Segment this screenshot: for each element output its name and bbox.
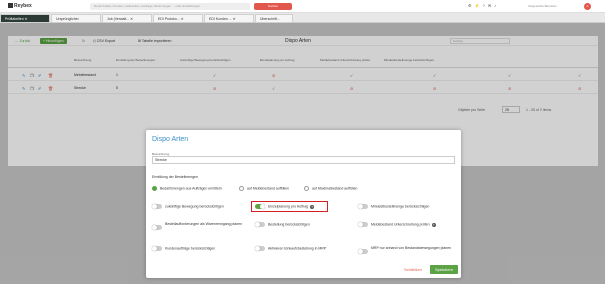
toggle-switch[interactable] bbox=[152, 225, 162, 230]
tab-2[interactable]: Job (Verwalt... ✕ bbox=[102, 14, 152, 23]
toggle-switch[interactable] bbox=[152, 246, 162, 251]
search-button[interactable]: Suchen bbox=[254, 3, 292, 10]
toggle-einkaufsbestellung[interactable]: Aktivieren Einkaufsbestellung in MRP bbox=[255, 246, 326, 251]
flash-icon[interactable]: ⚡ bbox=[475, 3, 483, 8]
radio-icon bbox=[304, 186, 309, 191]
radio-icon bbox=[239, 186, 244, 191]
tab-bar: Prüftabellen ✕ Ursprünglicher Job (Verwa… bbox=[0, 13, 605, 23]
section-heading: Ermittlung der Bestellmengen bbox=[152, 175, 198, 179]
global-search-input[interactable]: Durch Artikel, Kunden, Lieferanten, Auft… bbox=[90, 3, 250, 10]
toggle-zukunft[interactable]: zukünftige Bewegung berücksichtigen bbox=[152, 204, 224, 209]
save-button[interactable]: Speichern bbox=[430, 265, 458, 274]
settings-icon[interactable]: ⚙ bbox=[468, 3, 475, 8]
toggle-warenrenngang[interactable]: Bestellaufforderungen als Warenrenngang … bbox=[152, 222, 247, 230]
toggle-switch[interactable] bbox=[255, 246, 265, 251]
toggle-meldebestand[interactable]: Meldebestand Unterschreitung prüfen? bbox=[358, 222, 436, 227]
help-icon[interactable]: ? bbox=[431, 222, 436, 227]
tab-4[interactable]: EDI Kunden ... ✕ bbox=[204, 14, 254, 23]
user-label[interactable]: Vorgesetzte Benutzer bbox=[528, 4, 557, 8]
app-logo[interactable]: Reybex bbox=[8, 3, 32, 9]
top-icons[interactable]: ⚙⚡?✉♪ bbox=[468, 3, 499, 8]
tab-prueftabellen[interactable]: Prüftabellen ✕ bbox=[0, 14, 50, 23]
avatar[interactable]: A bbox=[584, 3, 591, 10]
bell-icon[interactable]: ♪ bbox=[494, 3, 499, 8]
radio-meldebestand[interactable]: auf Meldebestand auffüllen bbox=[239, 186, 289, 191]
toggle-bestellung[interactable]: Bestellung berücksichtigen bbox=[255, 222, 310, 227]
highlight-box bbox=[251, 201, 328, 212]
logo-icon bbox=[8, 3, 13, 9]
toggle-switch[interactable] bbox=[152, 204, 162, 209]
tab-5[interactable]: Überschrift... bbox=[255, 14, 293, 23]
close-button[interactable]: Schließen bbox=[404, 267, 422, 272]
toggle-mrp[interactable]: MRP nur anhand von Bestandsbewegungen pl… bbox=[358, 246, 458, 254]
radio-maximalbestand[interactable]: auf Maximalbestand auffüllen bbox=[304, 186, 357, 191]
bezeichnung-field[interactable]: Strecke bbox=[152, 156, 455, 164]
toggle-switch[interactable] bbox=[358, 249, 368, 254]
toggle-kundenauftraege[interactable]: Kundenaufträge berücksichtigen bbox=[152, 246, 215, 251]
tab-3[interactable]: EDI Protoko... ✕ bbox=[153, 14, 203, 23]
radio-bedarfsmengen[interactable]: Bedarfsmengen aus Aufträgen ermitteln bbox=[152, 186, 222, 191]
top-bar: Reybex Durch Artikel, Kunden, Lieferante… bbox=[0, 0, 605, 13]
toggle-switch[interactable] bbox=[358, 222, 368, 227]
radio-icon bbox=[152, 186, 157, 191]
toggle-mindest[interactable]: Mindestbestellmenge berücksichtigen bbox=[358, 204, 429, 209]
dispo-modal: Dispo Arten Bezeichnung Strecke Ermittlu… bbox=[146, 130, 461, 278]
tab-1[interactable]: Ursprünglicher bbox=[51, 14, 101, 23]
toggle-switch[interactable] bbox=[358, 204, 368, 209]
modal-title: Dispo Arten bbox=[152, 136, 189, 143]
toggle-switch[interactable] bbox=[255, 222, 265, 227]
